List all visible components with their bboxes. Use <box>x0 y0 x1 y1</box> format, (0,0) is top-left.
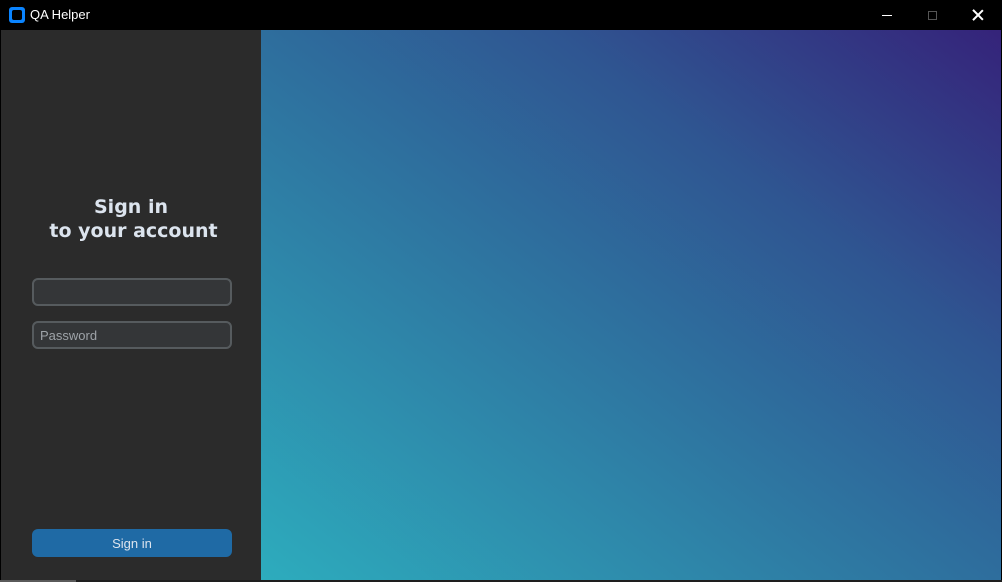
window-title: QA Helper <box>30 7 90 22</box>
maximize-button[interactable] <box>909 0 955 30</box>
sign-in-button[interactable]: Sign in <box>32 529 232 557</box>
close-icon <box>972 9 984 21</box>
close-button[interactable] <box>955 0 1001 30</box>
title-bar[interactable]: QA Helper <box>0 0 1002 30</box>
username-field[interactable] <box>32 278 232 306</box>
heading-line-2: to your account <box>49 220 218 242</box>
login-panel: Sign in to your account Sign in <box>1 30 261 580</box>
password-field[interactable] <box>32 321 232 349</box>
maximize-icon <box>927 10 937 20</box>
gradient-banner <box>261 30 1001 580</box>
app-icon <box>9 7 25 23</box>
minimize-icon <box>882 14 892 16</box>
login-heading: Sign in to your account <box>1 195 261 243</box>
heading-line-1: Sign in <box>94 196 168 218</box>
minimize-button[interactable] <box>864 0 910 30</box>
app-window: QA Helper Sign in to your account Sign i… <box>0 0 1002 582</box>
